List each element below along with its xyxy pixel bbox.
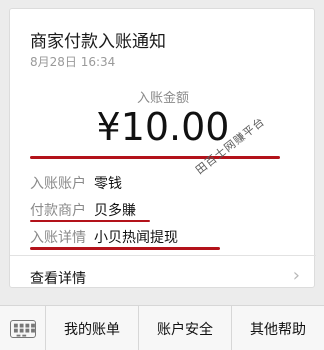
annotation-underline-amount (30, 156, 280, 159)
keyboard-icon: ■■■■ ■■■■ ▬▬ (9, 319, 36, 338)
detail-label: 入账详情 (30, 230, 86, 246)
notification-time: 16:34 (80, 55, 116, 69)
menu-account-security[interactable]: 账户安全 (139, 306, 232, 350)
chevron-right-icon[interactable]: › (293, 265, 300, 286)
notification-card: 商家付款入账通知 8月28日 16:34 入账金额 ¥10.00 入账账户 零钱… (9, 8, 316, 288)
amount-value: ¥10.00 (96, 105, 230, 149)
divider (10, 255, 316, 256)
bottom-menu-bar: ■■■■ ■■■■ ▬▬ 我的账单 账户安全 其他帮助 (0, 305, 324, 350)
menu-my-bills[interactable]: 我的账单 (46, 306, 139, 350)
view-details-link[interactable]: 查看详情 (30, 268, 86, 288)
notification-timestamp: 8月28日 16:34 (30, 53, 115, 70)
merchant-label: 付款商户 (30, 203, 86, 219)
menu-other-help[interactable]: 其他帮助 (232, 306, 324, 350)
annotation-underline-merchant (30, 220, 150, 222)
merchant-value: 贝多賺 (94, 203, 136, 219)
notification-title: 商家付款入账通知 (30, 32, 166, 52)
amount-label: 入账金额 (136, 91, 189, 106)
account-label: 入账账户 (30, 176, 86, 192)
notification-date: 8月28日 (30, 55, 77, 69)
annotation-underline-detail (30, 247, 220, 250)
detail-value: 小贝热闻提现 (94, 230, 178, 246)
keyboard-toggle-button[interactable]: ■■■■ ■■■■ ▬▬ (0, 306, 46, 350)
account-value: 零钱 (94, 176, 122, 192)
